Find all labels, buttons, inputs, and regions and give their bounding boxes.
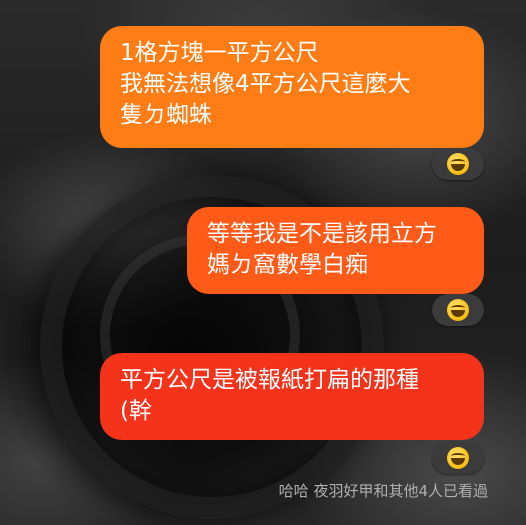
message-bubble[interactable]: 等等我是不是該用立方 媽ㄉ窩數學白痴 xyxy=(187,207,484,294)
message-reaction[interactable] xyxy=(432,442,484,474)
message-bubble[interactable]: 平方公尺是被報紙打扁的那種 (幹 xyxy=(100,353,484,440)
message-text: 等等我是不是該用立方 xyxy=(207,221,437,247)
message-text: 1格方塊一平方公尺 xyxy=(120,40,319,66)
message-reaction[interactable] xyxy=(432,148,484,180)
grinning-squinting-face-icon xyxy=(447,153,469,175)
message-text: 平方公尺是被報紙打扁的那種 xyxy=(120,367,419,393)
message-text: 隻ㄉ蜘蛛 xyxy=(120,102,212,128)
message-bubble[interactable]: 1格方塊一平方公尺 我無法想像4平方公尺這麼大 隻ㄉ蜘蛛 xyxy=(100,26,484,148)
message-text: 媽ㄉ窩數學白痴 xyxy=(207,252,368,278)
message-text: 我無法想像4平方公尺這麼大 xyxy=(120,71,411,97)
grinning-squinting-face-icon xyxy=(447,299,469,321)
message-text: (幹 xyxy=(120,398,152,424)
seen-status[interactable]: 哈哈 夜羽好甲和其他4人已看過 xyxy=(279,480,488,501)
grinning-squinting-face-icon xyxy=(447,447,469,469)
message-reaction[interactable] xyxy=(432,294,484,326)
